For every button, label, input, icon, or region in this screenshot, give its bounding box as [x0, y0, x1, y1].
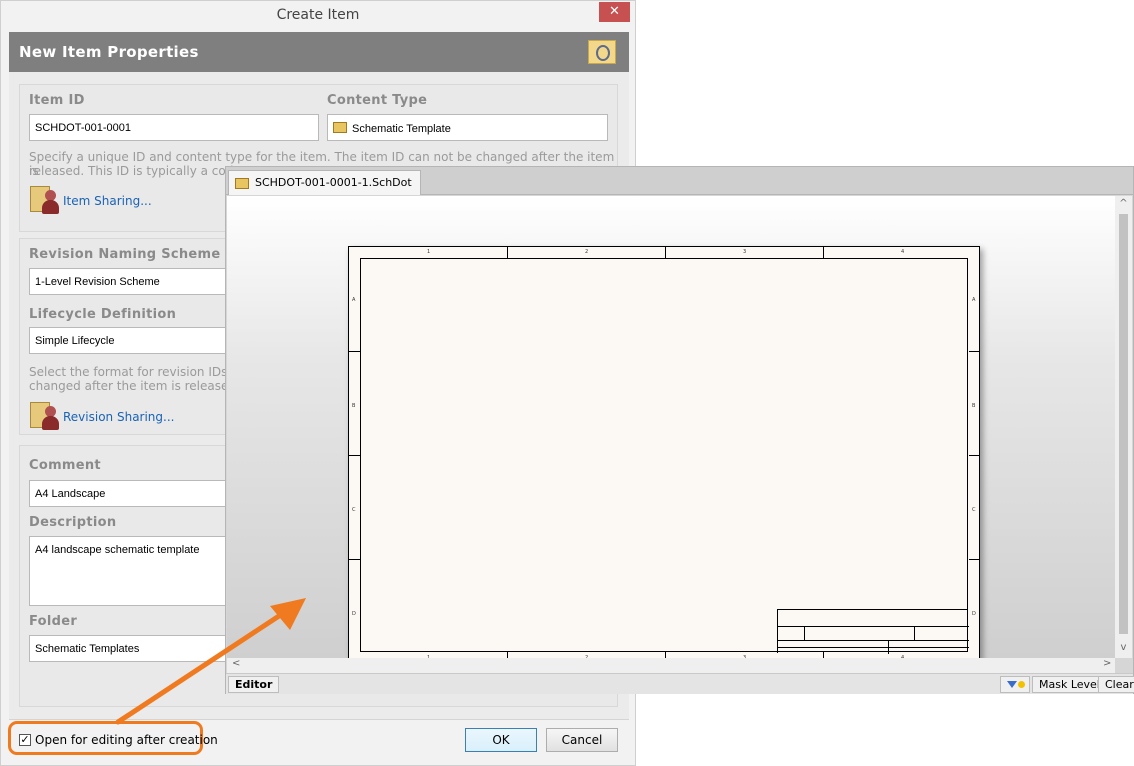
- cancel-button[interactable]: Cancel: [546, 728, 618, 752]
- item-id-field[interactable]: SCHDOT-001-0001: [29, 114, 319, 141]
- zone-row-label: A: [352, 297, 356, 303]
- content-type-value: Schematic Template: [352, 123, 451, 135]
- schematic-template-icon: [333, 122, 347, 133]
- open-editing-checkbox[interactable]: ✓: [19, 734, 31, 746]
- zone-row-label: B: [352, 403, 356, 409]
- comment-label: Comment: [29, 458, 101, 473]
- zone-col-label: 1: [427, 249, 431, 255]
- ok-button[interactable]: OK: [465, 728, 537, 752]
- scroll-left-arrow[interactable]: <: [232, 658, 240, 669]
- zone-tick: [349, 559, 360, 560]
- zone-col-label: 4: [901, 249, 905, 255]
- revision-help-line-2: changed after the item is released.: [29, 379, 240, 393]
- scroll-down-arrow[interactable]: v: [1115, 642, 1132, 653]
- zone-row-label: D: [352, 611, 356, 617]
- item-id-label: Item ID: [29, 93, 85, 108]
- sheet-title-block: [777, 609, 969, 654]
- item-sharing-link[interactable]: Item Sharing...: [63, 194, 152, 208]
- banner-title: New Item Properties: [19, 43, 199, 61]
- editor-statusbar: Editor Mask Level Clear: [226, 673, 1134, 694]
- zone-col-label: 2: [585, 249, 589, 255]
- zone-tick: [969, 455, 980, 456]
- document-tab[interactable]: SCHDOT-001-0001-1.SchDot: [228, 170, 421, 195]
- description-label: Description: [29, 515, 117, 530]
- revision-help-line-1: Select the format for revision IDs ar: [29, 365, 244, 379]
- content-type-field[interactable]: Schematic Template: [327, 114, 608, 141]
- editor-canvas[interactable]: 1 2 3 4 1 2 3 4 A B C D A B C D: [227, 196, 1115, 664]
- document-tab-label: SCHDOT-001-0001-1.SchDot: [255, 176, 412, 189]
- dialog-titlebar[interactable]: Create Item ✕: [1, 1, 635, 31]
- clear-button[interactable]: Clear: [1098, 676, 1134, 693]
- zone-tick: [969, 559, 980, 560]
- window-title: Create Item: [276, 7, 360, 23]
- editor-panel-button[interactable]: Editor: [228, 676, 280, 693]
- id-help-line-2: released. This ID is typically a code,: [29, 164, 245, 178]
- item-properties-icon[interactable]: [588, 40, 616, 64]
- zone-row-label: C: [352, 507, 356, 513]
- filter-icon[interactable]: [1000, 676, 1030, 693]
- zone-tick: [349, 455, 360, 456]
- zone-tick: [823, 247, 824, 258]
- vertical-scrollbar[interactable]: ^ v: [1115, 196, 1132, 658]
- schdot-editor-window: SCHDOT-001-0001-1.SchDot 1 2 3 4 1: [225, 166, 1134, 694]
- zone-tick: [507, 247, 508, 258]
- zone-row-label: A: [972, 297, 976, 303]
- revision-scheme-label: Revision Naming Scheme: [29, 247, 221, 262]
- schdot-document-icon: [235, 178, 249, 189]
- properties-banner: New Item Properties: [9, 32, 629, 72]
- close-button[interactable]: ✕: [599, 2, 630, 22]
- zone-tick: [969, 351, 980, 352]
- zone-row-label: B: [972, 403, 976, 409]
- revision-sharing-link[interactable]: Revision Sharing...: [63, 410, 174, 424]
- folder-label: Folder: [29, 614, 78, 629]
- editor-tabbar: SCHDOT-001-0001-1.SchDot: [226, 167, 1133, 195]
- revision-sharing-icon: [30, 400, 60, 432]
- lifecycle-label: Lifecycle Definition: [29, 307, 177, 322]
- scroll-up-arrow[interactable]: ^: [1115, 198, 1132, 209]
- zone-tick: [349, 351, 360, 352]
- zone-tick: [665, 247, 666, 258]
- content-type-label: Content Type: [327, 93, 428, 108]
- zone-row-label: C: [972, 507, 976, 513]
- zone-row-label: D: [972, 611, 976, 617]
- item-sharing-icon: [30, 184, 60, 216]
- zone-col-label: 3: [743, 249, 747, 255]
- scroll-right-arrow[interactable]: >: [1103, 658, 1111, 669]
- schematic-sheet[interactable]: 1 2 3 4 1 2 3 4 A B C D A B C D: [348, 246, 980, 664]
- horizontal-scrollbar[interactable]: < >: [227, 658, 1115, 673]
- open-editing-label[interactable]: Open for editing after creation: [35, 733, 218, 747]
- mask-level-button[interactable]: Mask Level: [1032, 676, 1107, 693]
- vertical-scroll-thumb[interactable]: [1119, 214, 1128, 634]
- sheet-border: [360, 258, 968, 652]
